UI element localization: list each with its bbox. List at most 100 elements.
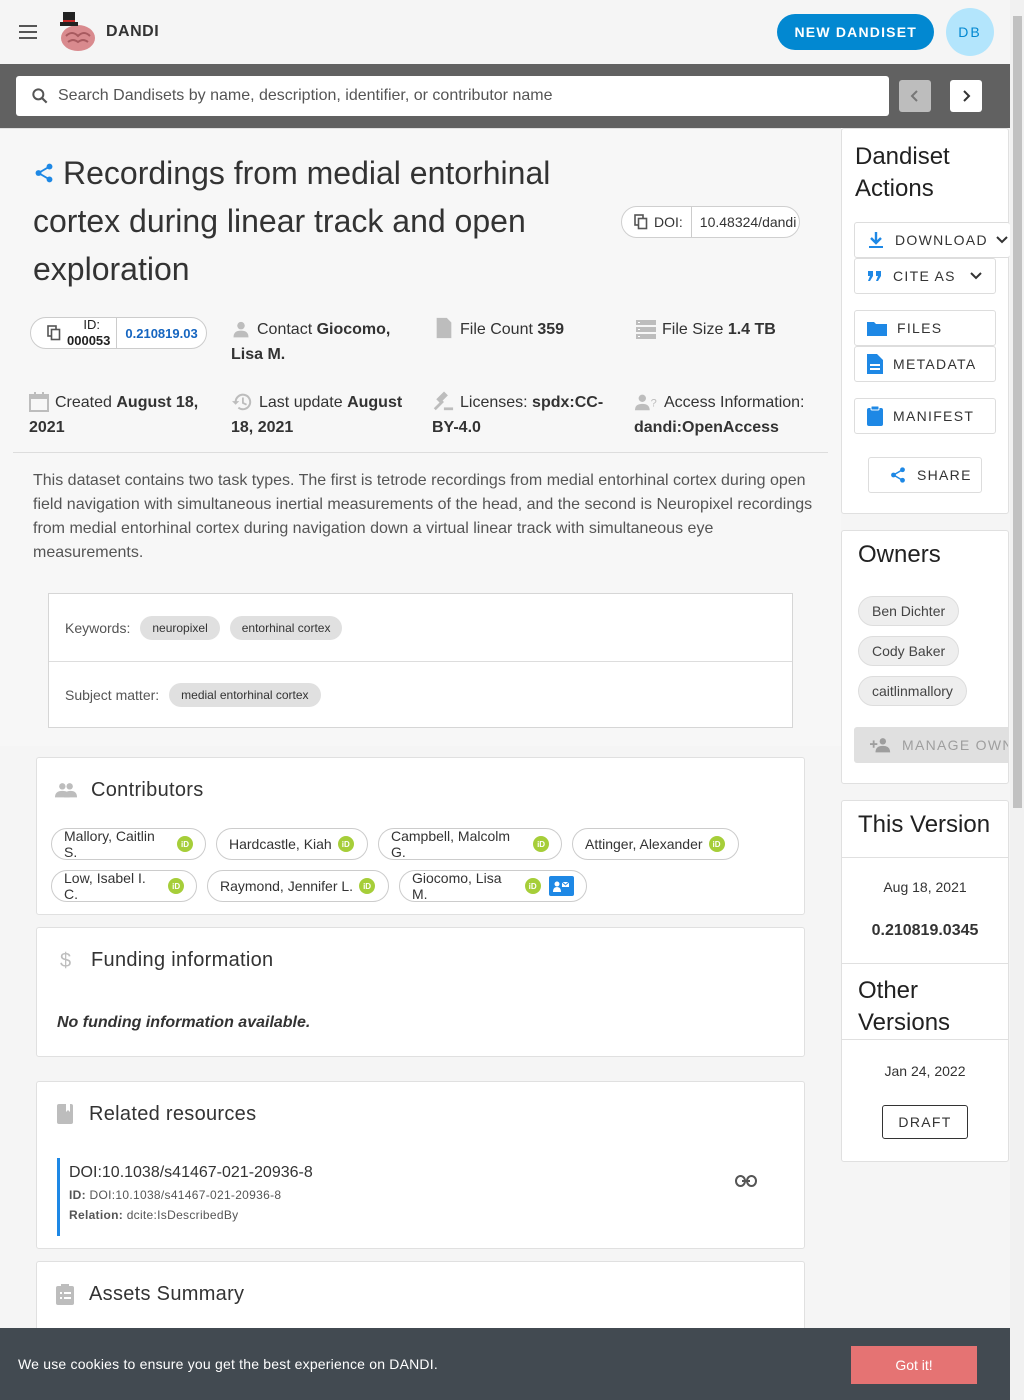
app-bar: DANDI NEW DANDISET DB [0,0,1010,64]
keyword-chip[interactable]: entorhinal cortex [229,615,343,640]
owner-chip[interactable]: Ben Dichter [858,596,960,626]
link-icon[interactable] [735,1174,757,1188]
id-label-text: ID: [83,317,100,332]
contributor-name: Raymond, Jennifer L. [220,878,354,894]
contributor-chip[interactable]: Giocomo, Lisa M. iD [399,870,587,902]
doi-label-text: DOI: [654,214,683,230]
next-dandiset-button[interactable] [950,80,982,112]
resource-relation: Relation: dcite:IsDescribedBy [69,1208,757,1222]
quote-icon [867,269,883,283]
cookie-accept-button[interactable]: Got it! [851,1346,977,1384]
dandiset-overview: Recordings from medial entorhinal cortex… [0,128,841,746]
contributor-name: Mallory, Caitlin S. [64,828,155,860]
dandi-logo[interactable] [54,10,98,54]
orcid-icon[interactable]: iD [524,878,541,894]
scrollbar-thumb[interactable] [1013,16,1022,808]
scrollbar[interactable] [1010,0,1024,1400]
new-dandiset-button[interactable]: NEW DANDISET [777,14,934,50]
divider [13,452,828,453]
chevron-down-icon [970,272,982,280]
contributor-chip[interactable]: Low, Isabel I. C. iD [51,870,197,902]
doi-chip[interactable]: DOI: 10.48324/dandi [621,206,800,238]
file-size: File Size 1.4 TB [636,317,816,342]
manage-owners-button[interactable]: MANAGE OWNERS [854,727,1008,763]
file-count-label: File Count [460,321,533,338]
files-button[interactable]: FILES [854,310,996,346]
menu-icon[interactable] [16,20,40,44]
cite-as-button[interactable]: CITE AS [854,258,996,294]
funding-empty-text: No funding information available. [57,1014,311,1031]
folder-icon [867,320,887,336]
contributors-title: Contributors [91,778,204,801]
this-version-number[interactable]: 0.210819.0345 [842,922,1008,940]
share-label: SHARE [917,467,972,483]
chevron-left-icon [910,90,918,102]
person-question-icon: ? [634,392,658,412]
download-button[interactable]: DOWNLOAD [854,222,1010,258]
search-field[interactable] [16,76,889,116]
cookie-text: We use cookies to ensure you get the bes… [18,1356,438,1372]
id-chip[interactable]: ID: 000053 0.210819.03 [30,317,207,349]
metadata-label: METADATA [893,356,977,372]
contributors-card: Contributors Mallory, Caitlin S. iD Hardc… [36,757,805,915]
resource-id: ID: DOI:10.1038/s41467-021-20936-8 [69,1188,757,1202]
orcid-icon[interactable]: iD [177,836,193,852]
licenses-label: Licenses: [460,394,528,411]
dandiset-id: 000053 [67,333,111,348]
add-person-icon [870,737,892,753]
owner-chip[interactable]: Cody Baker [858,636,960,666]
resource-id-label: ID: [69,1188,86,1202]
search-bar [0,64,1010,128]
draft-version-button[interactable]: DRAFT [882,1105,968,1139]
last-update-info: Last update August 18, 2021 [231,390,421,440]
contributor-chip[interactable]: Raymond, Jennifer L. iD [207,870,389,902]
orcid-icon[interactable]: iD [533,836,549,852]
subject-matter-row: Subject matter: medial entorhinal cortex [49,661,792,728]
subject-matter-label: Subject matter: [65,687,160,703]
access-info: ? Access Information: dandi:OpenAccess [634,390,834,440]
metadata-button[interactable]: METADATA [854,346,996,382]
resources-header: Related resources [37,1082,804,1146]
subject-chip[interactable]: medial entorhinal cortex [169,683,321,707]
share-icon[interactable] [33,162,55,184]
this-version-title: This Version [858,811,991,838]
created-label: Created [55,394,112,411]
funding-title: Funding information [91,948,274,971]
orcid-icon[interactable]: iD [168,878,184,894]
history-icon [231,392,253,412]
prev-dandiset-button[interactable] [899,80,931,112]
version-value[interactable]: 0.210819.03 [117,326,197,341]
doi-value[interactable]: 10.48324/dandi [692,214,797,230]
owners-title: Owners [858,541,941,568]
svg-text:?: ? [651,398,657,410]
contributor-chip[interactable]: Campbell, Malcolm G. iD [378,828,562,860]
file-size-value: 1.4 TB [727,321,776,338]
contributor-chip[interactable]: Attinger, Alexander iD [572,828,739,860]
orcid-icon[interactable]: iD [337,836,354,852]
manifest-button[interactable]: MANIFEST [854,398,996,434]
download-icon [867,231,885,249]
user-avatar[interactable]: DB [946,8,994,56]
owner-chip[interactable]: caitlinmallory [858,676,967,706]
contributor-chip[interactable]: Hardcastle, Kiah iD [216,828,368,860]
resource-title: DOI:10.1038/s41467-021-20936-8 [69,1164,313,1181]
orcid-icon[interactable]: iD [708,836,725,852]
brand-name[interactable]: DANDI [106,23,159,41]
search-input[interactable] [58,87,858,105]
this-version-date: Aug 18, 2021 [883,879,967,895]
assets-title: Assets Summary [89,1282,245,1305]
contributor-name: Giocomo, Lisa M. [412,870,502,902]
gavel-icon [432,390,454,412]
keyword-chip[interactable]: neuropixel [140,615,220,640]
contributor-chip[interactable]: Mallory, Caitlin S. iD [51,828,206,860]
orcid-icon[interactable]: iD [359,878,376,894]
share-button[interactable]: SHARE [868,457,982,493]
clipboard-list-icon [55,1283,75,1305]
manage-owners-label: MANAGE OWNERS [902,737,1008,753]
contact-label: Contact [257,321,313,338]
copy-icon[interactable] [634,214,648,230]
dandiset-description: This dataset contains two task types. Th… [33,472,813,561]
contact-card-icon[interactable] [548,876,574,896]
copy-icon[interactable] [47,325,61,341]
versions-card: This Version Aug 18, 2021 0.210819.0345 … [841,800,1009,1162]
